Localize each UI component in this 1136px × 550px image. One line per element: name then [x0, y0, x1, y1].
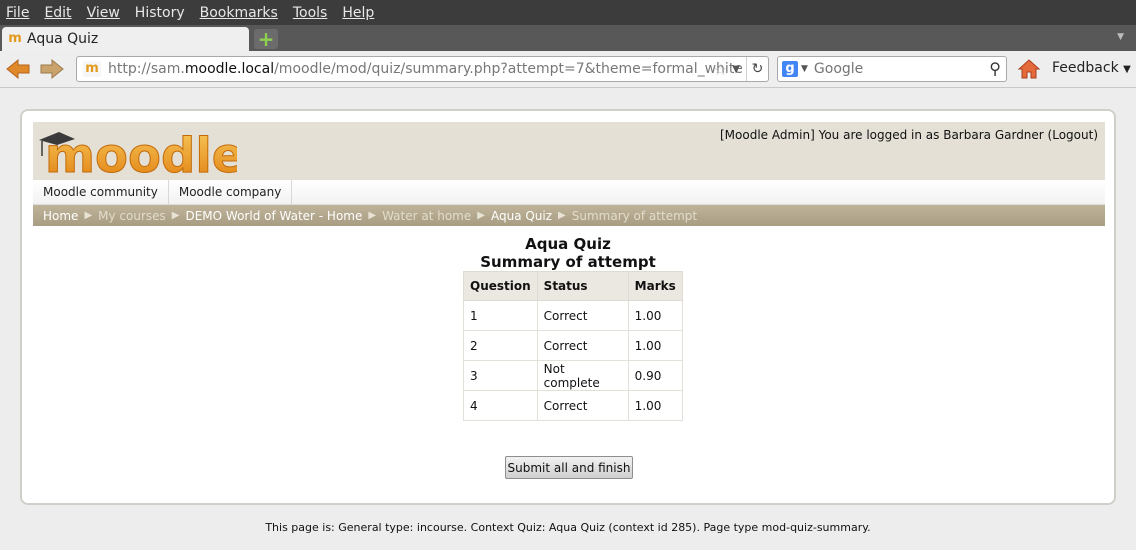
- attempt-summary-table: Question Status Marks 1 Correct 1.00 2 C…: [463, 271, 683, 421]
- breadcrumb-home[interactable]: Home: [43, 209, 78, 223]
- breadcrumb-current: Summary of attempt: [571, 208, 698, 223]
- menu-tools[interactable]: Tools: [291, 5, 330, 21]
- submit-all-and-finish-button[interactable]: Submit all and finish: [505, 456, 633, 479]
- bookmark-star-icon[interactable]: ☆: [713, 60, 727, 79]
- home-icon: [1017, 59, 1041, 79]
- menu-edit-label: Edit: [44, 4, 72, 21]
- url-history-dropdown-icon[interactable]: ▼: [732, 64, 740, 75]
- menu-bar: File Edit View History Bookmarks Tools H…: [0, 0, 1136, 25]
- column-header-marks: Marks: [627, 271, 683, 301]
- menu-help-label: Help: [342, 4, 375, 21]
- breadcrumb: Home ▶ My courses ▶ DEMO World of Water …: [33, 205, 1105, 226]
- feedback-label: Feedback: [1052, 60, 1119, 76]
- page-info-footer: This page is: General type: incourse. Co…: [265, 521, 871, 534]
- table-header-row: Question Status Marks: [463, 271, 683, 301]
- tab-title: Aqua Quiz: [27, 31, 99, 47]
- breadcrumb-separator-icon: ▶: [171, 210, 180, 221]
- page-viewport: moodle [Moodle Admin] You are logged in …: [0, 89, 1136, 550]
- logo-wordmark: moodle: [45, 128, 237, 178]
- page-subtitle: Summary of attempt: [480, 253, 656, 271]
- new-tab-icon: +: [257, 27, 275, 51]
- marks-cell: 0.90: [627, 360, 683, 391]
- table-row: 1 Correct 1.00: [463, 300, 683, 331]
- menu-history[interactable]: History: [133, 5, 187, 21]
- tab-list-dropdown-icon[interactable]: ▼: [1117, 32, 1124, 42]
- page-frame: moodle [Moodle Admin] You are logged in …: [20, 109, 1116, 505]
- feedback-dropdown-icon: ▼: [1123, 64, 1131, 75]
- status-cell: Not complete: [536, 360, 629, 391]
- search-input[interactable]: [813, 61, 984, 77]
- tab-strip: m Aqua Quiz + ▼: [0, 25, 1136, 51]
- column-header-question: Question: [463, 271, 538, 301]
- breadcrumb-section[interactable]: Water at home: [382, 209, 471, 223]
- breadcrumb-separator-icon: ▶: [368, 210, 377, 221]
- question-number-link[interactable]: 4: [463, 390, 538, 421]
- menu-tools-label: Tools: [292, 4, 328, 21]
- search-magnifier-icon[interactable]: ⚲: [989, 59, 1001, 78]
- url-text: http://sam.moodle.local/moodle/mod/quiz/…: [108, 61, 743, 77]
- table-row: 2 Correct 1.00: [463, 330, 683, 361]
- breadcrumb-separator-icon: ▶: [558, 210, 566, 221]
- back-arrow-icon: [6, 58, 30, 80]
- menu-bookmarks-label: Bookmarks: [199, 4, 278, 21]
- feedback-button[interactable]: Feedback ▼: [1052, 60, 1131, 76]
- marks-cell: 1.00: [627, 330, 683, 361]
- question-number-link[interactable]: 1: [463, 300, 538, 331]
- navigation-toolbar: m http://sam.moodle.local/moodle/mod/qui…: [0, 51, 1136, 88]
- marks-cell: 1.00: [627, 300, 683, 331]
- url-path: /moodle/mod/quiz/summary.php?attempt=7&t…: [274, 61, 743, 77]
- login-info[interactable]: [Moodle Admin] You are logged in as Barb…: [720, 128, 1098, 142]
- breadcrumb-my-courses[interactable]: My courses: [98, 209, 166, 223]
- url-actions: ☆ ▼ ↻: [713, 57, 768, 81]
- question-number-link[interactable]: 2: [463, 330, 538, 361]
- custom-menu: Moodle community Moodle company: [33, 180, 1105, 205]
- status-cell: Correct: [536, 330, 629, 361]
- url-host: moodle.local: [184, 61, 275, 77]
- table-row: 3 Not complete 0.90: [463, 360, 683, 391]
- search-engine-dropdown-icon[interactable]: ▼: [801, 64, 808, 74]
- menu-edit[interactable]: Edit: [42, 5, 73, 21]
- menu-moodle-community[interactable]: Moodle community: [33, 180, 169, 204]
- breadcrumb-course[interactable]: DEMO World of Water - Home: [185, 209, 362, 223]
- menu-view[interactable]: View: [85, 5, 122, 21]
- forward-arrow-icon: [40, 58, 64, 80]
- moodle-logo[interactable]: moodle: [37, 126, 245, 185]
- site-header: moodle [Moodle Admin] You are logged in …: [33, 122, 1105, 185]
- table-row: 4 Correct 1.00: [463, 390, 683, 421]
- back-button[interactable]: [4, 57, 32, 81]
- breadcrumb-separator-icon: ▶: [84, 210, 93, 221]
- breadcrumb-quiz[interactable]: Aqua Quiz: [491, 209, 552, 223]
- menu-history-label: History: [134, 4, 185, 21]
- question-number-link[interactable]: 3: [463, 360, 538, 391]
- forward-button[interactable]: [38, 57, 66, 81]
- new-tab-button[interactable]: +: [254, 29, 278, 49]
- moodle-logo-graphic: moodle: [39, 128, 245, 185]
- menu-bookmarks[interactable]: Bookmarks: [198, 5, 280, 21]
- column-header-status: Status: [536, 271, 629, 301]
- search-bar[interactable]: g ▼ ⚲: [777, 56, 1007, 82]
- tab-aqua-quiz[interactable]: m Aqua Quiz: [2, 27, 249, 51]
- reload-icon[interactable]: ↻: [746, 57, 768, 81]
- quiz-title: Aqua Quiz: [525, 235, 611, 253]
- url-scheme: http://sam.: [108, 61, 185, 77]
- status-cell: Correct: [536, 300, 629, 331]
- site-identity-icon: m: [83, 61, 101, 77]
- marks-cell: 1.00: [627, 390, 683, 421]
- home-button[interactable]: [1015, 56, 1043, 82]
- address-bar[interactable]: m http://sam.moodle.local/moodle/mod/qui…: [76, 56, 769, 82]
- breadcrumb-separator-icon: ▶: [477, 210, 485, 221]
- menu-view-label: View: [86, 4, 120, 21]
- menu-file[interactable]: File: [4, 5, 31, 21]
- menu-help[interactable]: Help: [340, 5, 376, 21]
- google-engine-icon[interactable]: g: [782, 61, 798, 77]
- menu-moodle-company[interactable]: Moodle company: [169, 180, 293, 204]
- status-cell: Correct: [536, 390, 629, 421]
- menu-file-label: File: [6, 4, 30, 21]
- moodle-favicon-icon: m: [8, 31, 22, 46]
